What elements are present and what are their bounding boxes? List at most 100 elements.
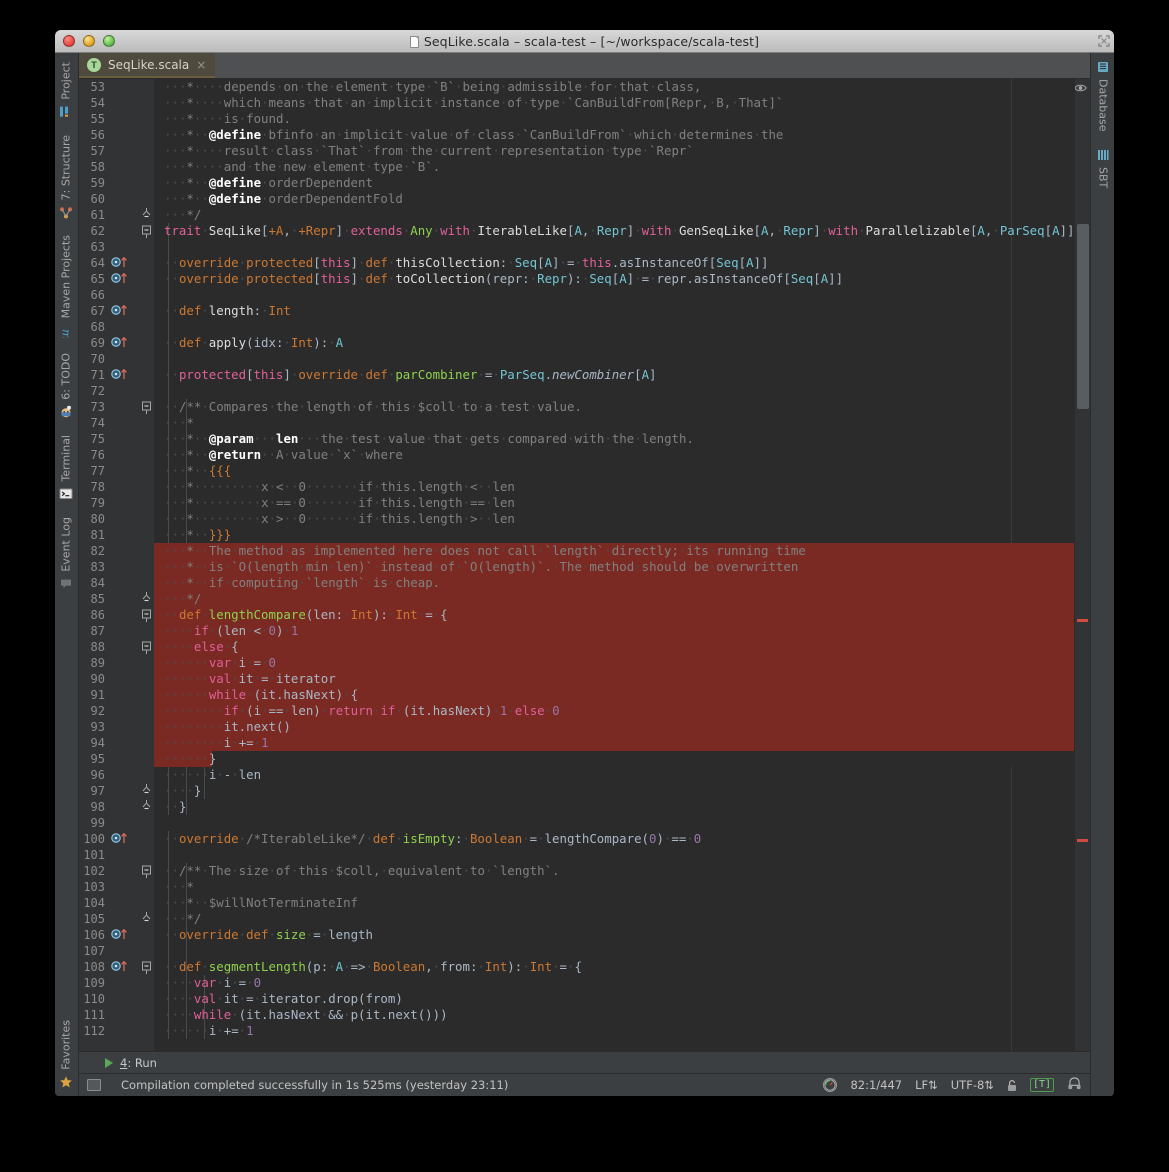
gutter-line[interactable]: 102 xyxy=(79,863,141,879)
gutter-line[interactable]: 78 xyxy=(79,479,141,495)
code-line[interactable]: ···*··The·method·as·implemented·here·doe… xyxy=(154,543,1074,559)
code-line[interactable]: ···*·········x·>··0·······if·this.length… xyxy=(154,511,1074,527)
fold-line[interactable] xyxy=(141,911,154,927)
gutter-line[interactable]: 66 xyxy=(79,287,141,303)
code-line[interactable]: ···*/ xyxy=(154,207,1074,223)
sidebar-item-event-log[interactable]: Event Log xyxy=(55,508,78,598)
gutter-line[interactable]: 67 xyxy=(79,303,141,319)
gutter-icon-slot[interactable] xyxy=(110,367,134,383)
fold-line[interactable] xyxy=(141,223,154,239)
gutter-line[interactable]: 110 xyxy=(79,991,141,1007)
code-line[interactable]: ········if·(i·==·len)·return·if·(it.hasN… xyxy=(154,703,1074,719)
gutter-line[interactable]: 64 xyxy=(79,255,141,271)
code-line[interactable]: ··override·/*IterableLike*/·def·isEmpty:… xyxy=(154,831,1074,847)
gutter-line[interactable]: 81 xyxy=(79,527,141,543)
gutter-line[interactable]: 86 xyxy=(79,607,141,623)
fold-line[interactable] xyxy=(141,959,154,975)
gutter-line[interactable]: 53 xyxy=(79,79,141,95)
code-line[interactable] xyxy=(154,383,1074,399)
gutter-line[interactable]: 91 xyxy=(79,687,141,703)
error-stripe-mark[interactable] xyxy=(1077,839,1088,842)
code-line[interactable] xyxy=(154,847,1074,863)
gutter-line[interactable]: 61 xyxy=(79,207,141,223)
caret-position[interactable]: 82:1/447 xyxy=(850,1078,902,1092)
gutter-line[interactable]: 72 xyxy=(79,383,141,399)
code-line[interactable]: ···*··@define·orderDependentFold xyxy=(154,191,1074,207)
fold-line[interactable] xyxy=(141,863,154,879)
gutter-line[interactable]: 59 xyxy=(79,175,141,191)
gutter-line[interactable]: 93 xyxy=(79,719,141,735)
code-line[interactable]: ··def·apply(idx:·Int):·A xyxy=(154,335,1074,351)
code-line[interactable]: ···*····is·found. xyxy=(154,111,1074,127)
code-line[interactable]: ··override·protected[this]·def·toCollect… xyxy=(154,271,1074,287)
file-encoding[interactable]: UTF-8⇅ xyxy=(951,1078,994,1092)
gutter-icon-slot[interactable] xyxy=(110,271,134,287)
gutter-line[interactable]: 94 xyxy=(79,735,141,751)
gutter-line[interactable]: 62 xyxy=(79,223,141,239)
code-line[interactable]: ··def·segmentLength(p:·A·=>·Boolean,·fro… xyxy=(154,959,1074,975)
gutter-line[interactable]: 88 xyxy=(79,639,141,655)
sidebar-item-database[interactable]: Database xyxy=(1091,53,1114,141)
code-line[interactable]: ··protected[this]·override·def·parCombin… xyxy=(154,367,1074,383)
gutter-line[interactable]: 54 xyxy=(79,95,141,111)
run-play-icon[interactable] xyxy=(105,1057,113,1068)
sidebar-item-favorites[interactable]: Favorites xyxy=(55,1011,78,1096)
code-line[interactable]: ······i·-·len xyxy=(154,767,1074,783)
fold-line[interactable] xyxy=(141,399,154,415)
gutter-line[interactable]: 71 xyxy=(79,367,141,383)
gutter-line[interactable]: 70 xyxy=(79,351,141,367)
gutter-line[interactable]: 90 xyxy=(79,671,141,687)
gutter-icon-slot[interactable] xyxy=(110,303,134,319)
gutter-line[interactable]: 77 xyxy=(79,463,141,479)
lock-icon[interactable] xyxy=(1007,1079,1017,1092)
code-line[interactable]: ··override·protected[this]·def·thisColle… xyxy=(154,255,1074,271)
resize-grip-icon[interactable] xyxy=(1098,35,1110,47)
code-line[interactable]: ···*····which·means·that·an·implicit·ins… xyxy=(154,95,1074,111)
close-button[interactable] xyxy=(63,35,75,47)
gutter-line[interactable]: 104 xyxy=(79,895,141,911)
code-line[interactable]: ······var·i·=·0 xyxy=(154,655,1074,671)
code-line[interactable] xyxy=(154,815,1074,831)
code-line[interactable]: ··/**·Compares·the·length·of·this·$coll·… xyxy=(154,399,1074,415)
gutter-line[interactable]: 75 xyxy=(79,431,141,447)
eye-icon[interactable] xyxy=(1074,83,1087,93)
run-tab-label[interactable]: 4: Run xyxy=(120,1056,157,1070)
gutter-line[interactable]: 97 xyxy=(79,783,141,799)
sidebar-item-sbt[interactable]: SBT xyxy=(1091,141,1114,197)
code-line[interactable]: ···*/ xyxy=(154,591,1074,607)
code-line[interactable]: ······while·(it.hasNext)·{ xyxy=(154,687,1074,703)
code-line[interactable]: ··def·length:·Int xyxy=(154,303,1074,319)
code-line[interactable]: ······} xyxy=(154,751,1074,767)
inspection-icon[interactable] xyxy=(1067,1077,1082,1093)
gutter-icon-slot[interactable] xyxy=(110,959,134,975)
code-line[interactable]: ····else·{ xyxy=(154,639,1074,655)
gutter-icon-slot[interactable] xyxy=(110,831,134,847)
sidebar-item-structure[interactable]: 7: Structure xyxy=(55,126,78,226)
code-line[interactable]: ···*··{{{ xyxy=(154,463,1074,479)
code-line[interactable]: ··override·def·size·=·length xyxy=(154,927,1074,943)
code-line[interactable]: ··/**·The·size·of·this·$coll,·equivalent… xyxy=(154,863,1074,879)
code-line[interactable]: ···*····and·the·new·element·type·`B`. xyxy=(154,159,1074,175)
code-line[interactable]: ····if·(len·<·0)·1 xyxy=(154,623,1074,639)
gutter-line[interactable]: 106 xyxy=(79,927,141,943)
gutter-line[interactable]: 107 xyxy=(79,943,141,959)
code-line[interactable]: ···*·········x·<··0·······if·this.length… xyxy=(154,479,1074,495)
background-tasks-icon[interactable] xyxy=(87,1079,101,1091)
gutter-icon-slot[interactable] xyxy=(110,335,134,351)
gutter-icon-slot[interactable] xyxy=(110,927,134,943)
gutter-line[interactable]: 87 xyxy=(79,623,141,639)
sidebar-item-project[interactable]: Project xyxy=(55,53,78,126)
code-line[interactable]: ···*·········x·==·0·······if·this.length… xyxy=(154,495,1074,511)
sidebar-item-maven-projects[interactable]: m Maven Projects xyxy=(55,226,78,344)
gutter-line[interactable]: 73 xyxy=(79,399,141,415)
code-line[interactable]: ···* xyxy=(154,879,1074,895)
code-line[interactable]: trait·SeqLike[+A,·+Repr]·extends·Any·wit… xyxy=(154,223,1074,239)
gutter-line[interactable]: 109 xyxy=(79,975,141,991)
editor-tab-seqlike-scala[interactable]: T SeqLike.scala × xyxy=(79,53,216,78)
code-line[interactable]: ···*····result·class·`That`·from·the·cur… xyxy=(154,143,1074,159)
code-line[interactable]: ······val·it·=·iterator xyxy=(154,671,1074,687)
sidebar-item-todo[interactable]: 6: TODO xyxy=(55,344,78,426)
gutter-line[interactable]: 82 xyxy=(79,543,141,559)
gutter-line[interactable]: 95 xyxy=(79,751,141,767)
gutter-line[interactable]: 80 xyxy=(79,511,141,527)
